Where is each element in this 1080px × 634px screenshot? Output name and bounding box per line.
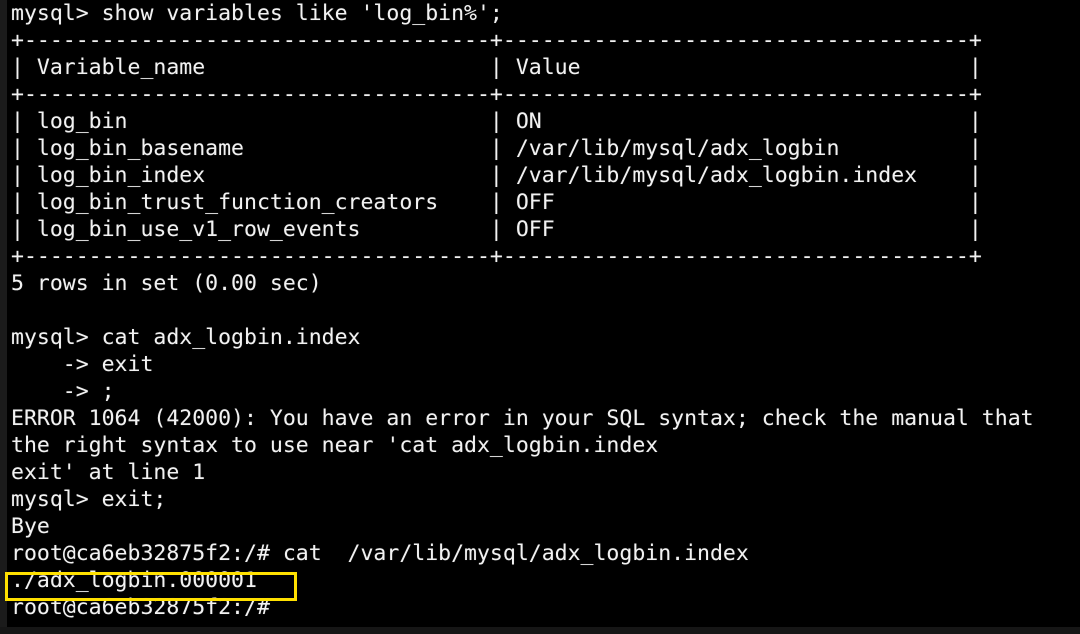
terminal-left-gutter — [0, 0, 7, 634]
terminal-window[interactable]: mysql> show variables like 'log_bin%'; +… — [0, 0, 1080, 634]
shell-final-prompt: root@ca6eb32875f2:/# — [11, 595, 270, 620]
error-message-line-2: the right syntax to use near 'cat adx_lo… — [11, 433, 659, 458]
shell-cat-command: root@ca6eb32875f2:/# cat /var/lib/mysql/… — [11, 541, 749, 566]
continuation-line-semicolon: -> ; — [11, 379, 115, 404]
table-border-top: +------------------------------------+--… — [11, 28, 982, 53]
terminal-bottom-gutter — [0, 627, 1080, 634]
mysql-cat-attempt-command: mysql> cat adx_logbin.index — [11, 325, 361, 350]
mysql-exit-command: mysql> exit; — [11, 487, 167, 512]
table-row: | log_bin | ON | — [11, 109, 982, 134]
table-border-header: +------------------------------------+--… — [11, 82, 982, 107]
cat-output-highlighted: ./adx_logbin.000001 — [11, 568, 257, 593]
table-row: | log_bin_trust_function_creators | OFF … — [11, 190, 982, 215]
table-row: | log_bin_basename | /var/lib/mysql/adx_… — [11, 136, 982, 161]
table-border-bottom: +------------------------------------+--… — [11, 244, 982, 269]
mysql-query-command: mysql> show variables like 'log_bin%'; — [11, 1, 503, 26]
error-message-line-3: exit' at line 1 — [11, 460, 206, 485]
error-message-line-1: ERROR 1064 (42000): You have an error in… — [11, 406, 1034, 431]
continuation-line-exit: -> exit — [11, 352, 154, 377]
mysql-bye-output: Bye — [11, 514, 50, 539]
table-row: | log_bin_use_v1_row_events | OFF | — [11, 217, 982, 242]
table-header-row: | Variable_name | Value | — [11, 55, 982, 80]
table-row: | log_bin_index | /var/lib/mysql/adx_log… — [11, 163, 982, 188]
terminal-screen[interactable]: mysql> show variables like 'log_bin%'; +… — [11, 0, 1080, 634]
row-count-status: 5 rows in set (0.00 sec) — [11, 271, 322, 296]
